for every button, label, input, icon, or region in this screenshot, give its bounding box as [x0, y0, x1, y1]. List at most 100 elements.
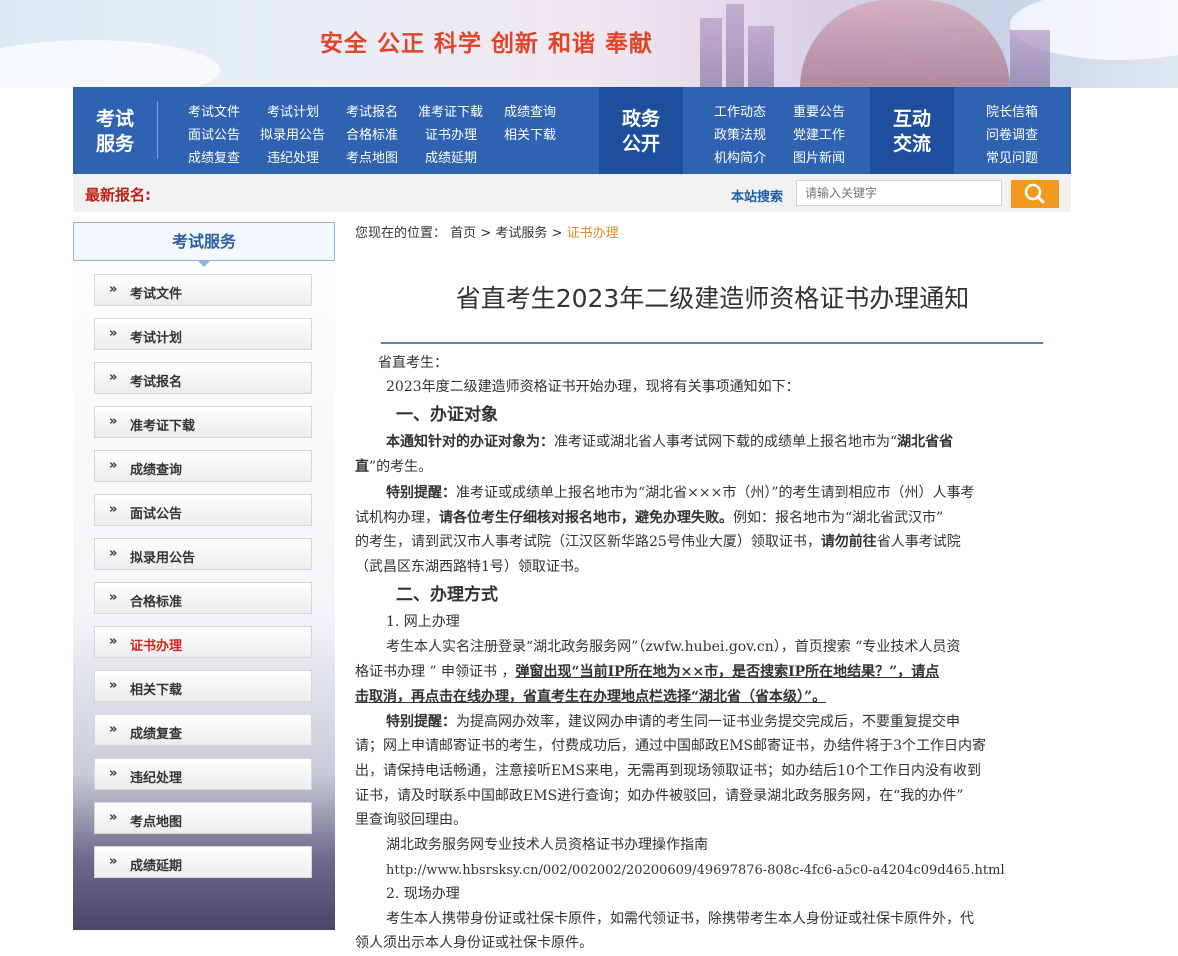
title-divider: [381, 342, 1043, 344]
paragraph-line: （武昌区东湖西路特1号）领取证书。: [355, 559, 588, 575]
sidebar-item-label: 考试计划: [130, 331, 183, 346]
sidebar-item-label: 证书办理: [130, 639, 183, 654]
double-chevron-right-icon: »: [109, 634, 118, 649]
sidebar-item[interactable]: » 相关下载: [94, 670, 312, 702]
paragraph-line: 试机构办理，请各位考生仔细核对报名地市，避免办理失败。例如：报名地市为“湖北省武…: [355, 510, 944, 526]
breadcrumb-current[interactable]: 证书办理: [567, 226, 619, 241]
double-chevron-right-icon: »: [109, 414, 118, 429]
nav-link[interactable]: 重要公告: [793, 101, 845, 120]
nav-link[interactable]: 成绩延期: [425, 147, 477, 166]
latest-registration-label: 最新报名:: [85, 186, 151, 204]
article-title: 省直考生2023年二级建造师资格证书办理通知: [455, 284, 970, 313]
sidebar-item[interactable]: » 准考证下载: [94, 406, 312, 438]
gov-open-title: 政务 公开: [621, 108, 660, 155]
subsection-heading: 2. 现场办理: [386, 886, 460, 902]
nav-link[interactable]: 机构简介: [714, 147, 766, 166]
breadcrumb-separator: >: [480, 226, 492, 241]
nav-link[interactable]: 拟录用公告: [260, 124, 325, 143]
sidebar-item[interactable]: » 考试文件: [94, 274, 312, 306]
slogan: 安全 公正 科学 创新 和谐 奉献: [320, 31, 654, 57]
nav-link[interactable]: 相关下载: [504, 124, 556, 143]
double-chevron-right-icon: »: [109, 458, 118, 473]
section-heading: 一、办证对象: [396, 405, 498, 425]
nav-link[interactable]: 考点地图: [346, 147, 398, 166]
sidebar-title-pointer: [197, 260, 211, 267]
nav-link[interactable]: 政策法规: [714, 124, 766, 143]
double-chevron-right-icon: »: [109, 722, 118, 737]
nav-link[interactable]: 考试文件: [188, 101, 240, 120]
top-banner: 安全 公正 科学 创新 和谐 奉献: [0, 0, 1178, 88]
paragraph-line: 出，请保持电话畅通，注意接听EMS来电，无需再到现场领取证书；如办结后10个工作…: [355, 763, 981, 779]
nav-link[interactable]: 考试报名: [346, 101, 398, 120]
breadcrumb-separator: >: [551, 226, 563, 241]
sidebar-item-label: 相关下载: [130, 683, 183, 698]
sidebar-item[interactable]: » 成绩查询: [94, 450, 312, 482]
nav-link[interactable]: 合格标准: [346, 124, 398, 143]
guide-link[interactable]: http://www.hbsrsksy.cn/002/002002/202006…: [386, 858, 1005, 883]
sidebar-item-label: 违纪处理: [130, 771, 183, 786]
sidebar-title: 考试服务: [73, 222, 335, 261]
nav-link[interactable]: 党建工作: [793, 124, 845, 143]
paragraph-line: 考生本人实名注册登录“湖北政务服务网”（zwfw.hubei.gov.cn），首…: [386, 639, 961, 655]
nav-link[interactable]: 成绩复查: [188, 147, 240, 166]
search-input[interactable]: [796, 180, 1002, 206]
search-bar: 最新报名: 本站搜索: [73, 174, 1071, 212]
double-chevron-right-icon: »: [109, 854, 118, 869]
intro-paragraph: 2023年度二级建造师资格证书开始办理，现将有关事项通知如下：: [386, 379, 800, 395]
breadcrumb-prefix: 您现在的位置：: [355, 226, 447, 241]
subsection-heading: 1. 网上办理: [386, 614, 460, 630]
sidebar-item-label: 考试文件: [130, 287, 183, 302]
nav-link[interactable]: 面试公告: [188, 124, 240, 143]
sidebar-item[interactable]: » 合格标准: [94, 582, 312, 614]
sidebar-item[interactable]: » 考点地图: [94, 802, 312, 834]
nav-link[interactable]: 工作动态: [714, 101, 766, 120]
nav-link[interactable]: 考试计划: [267, 101, 319, 120]
search-icon: [1024, 183, 1045, 204]
breadcrumb-section[interactable]: 考试服务: [495, 226, 547, 241]
paragraph-line: 请；网上申请邮寄证书的考生，付费成功后，通过中国邮政EMS邮寄证书，办结件将于3…: [355, 738, 987, 754]
sidebar-item[interactable]: » 面试公告: [94, 494, 312, 526]
sidebar-item-label: 合格标准: [130, 595, 183, 610]
paragraph-line: 直”的考生。: [355, 459, 433, 475]
nav-link[interactable]: 图片新闻: [793, 147, 845, 166]
nav-link[interactable]: 违纪处理: [267, 147, 319, 166]
double-chevron-right-icon: »: [109, 766, 118, 781]
sidebar-item-label: 拟录用公告: [130, 551, 196, 566]
paragraph-line: 考生本人携带身份证或社保卡原件，如需代领证书，除携带考生本人身份证或社保卡原件外…: [386, 911, 974, 927]
sidebar-item-label: 面试公告: [130, 507, 183, 522]
double-chevron-right-icon: »: [109, 810, 118, 825]
sidebar: 考试服务 » 考试文件 » 考试计划 » 考试报名 » 准考证下载 » 成绩查询 » 面试公告 » 拟录用…: [73, 222, 335, 930]
nav-link[interactable]: 常见问题: [986, 147, 1038, 166]
sidebar-item[interactable]: » 考试计划: [94, 318, 312, 350]
greeting: 省直考生：: [378, 355, 448, 371]
breadcrumb-home[interactable]: 首页: [450, 226, 476, 241]
exam-service-title: 考试 服务: [95, 108, 134, 155]
sidebar-item-label: 准考证下载: [130, 419, 196, 434]
main-nav: 考试 服务 考试文件 考试计划 考试报名 准考证下载 成绩查询 面试公告 拟录用公…: [73, 87, 1071, 174]
sidebar-item[interactable]: » 违纪处理: [94, 758, 312, 790]
section-heading: 二、办理方式: [396, 585, 498, 605]
double-chevron-right-icon: »: [109, 370, 118, 385]
double-chevron-right-icon: »: [109, 326, 118, 341]
sidebar-item[interactable]: » 拟录用公告: [94, 538, 312, 570]
double-chevron-right-icon: »: [109, 282, 118, 297]
sidebar-item[interactable]: » 成绩复查: [94, 714, 312, 746]
nav-link[interactable]: 问卷调查: [986, 124, 1038, 143]
sidebar-item[interactable]: » 证书办理: [94, 626, 312, 658]
paragraph-line: 击取消，再点击在线办理，省直考生在办理地点栏选择“湖北省（省本级）”。: [355, 689, 827, 705]
guide-title: 湖北政务服务网专业技术人员资格证书办理操作指南: [386, 837, 708, 853]
paragraph-line: 本通知针对的办证对象为：准考证或湖北省人事考试网下载的成绩单上报名地市为“湖北省…: [386, 434, 954, 450]
paragraph-line: 证书，请及时联系中国邮政EMS进行查询；如办件被驳回，请登录湖北政务服务网，在“…: [355, 788, 964, 804]
double-chevron-right-icon: »: [109, 678, 118, 693]
sidebar-item[interactable]: » 考试报名: [94, 362, 312, 394]
nav-link[interactable]: 准考证下载: [418, 101, 483, 120]
nav-link[interactable]: 成绩查询: [504, 101, 556, 120]
nav-link[interactable]: 证书办理: [425, 124, 477, 143]
nav-link[interactable]: 院长信箱: [986, 101, 1038, 120]
search-button[interactable]: [1011, 180, 1059, 208]
paragraph-line: 领人须出示本人身份证或社保卡原件。: [355, 935, 593, 951]
breadcrumb: 您现在的位置： 首页 > 考试服务 > 证书办理: [355, 222, 619, 241]
sidebar-item[interactable]: » 成绩延期: [94, 846, 312, 878]
paragraph-line: 格证书办理 ” 申领证书 ，弹窗出现“当前IP所在地为××市，是否搜索IP所在地…: [355, 664, 940, 680]
double-chevron-right-icon: »: [109, 546, 118, 561]
